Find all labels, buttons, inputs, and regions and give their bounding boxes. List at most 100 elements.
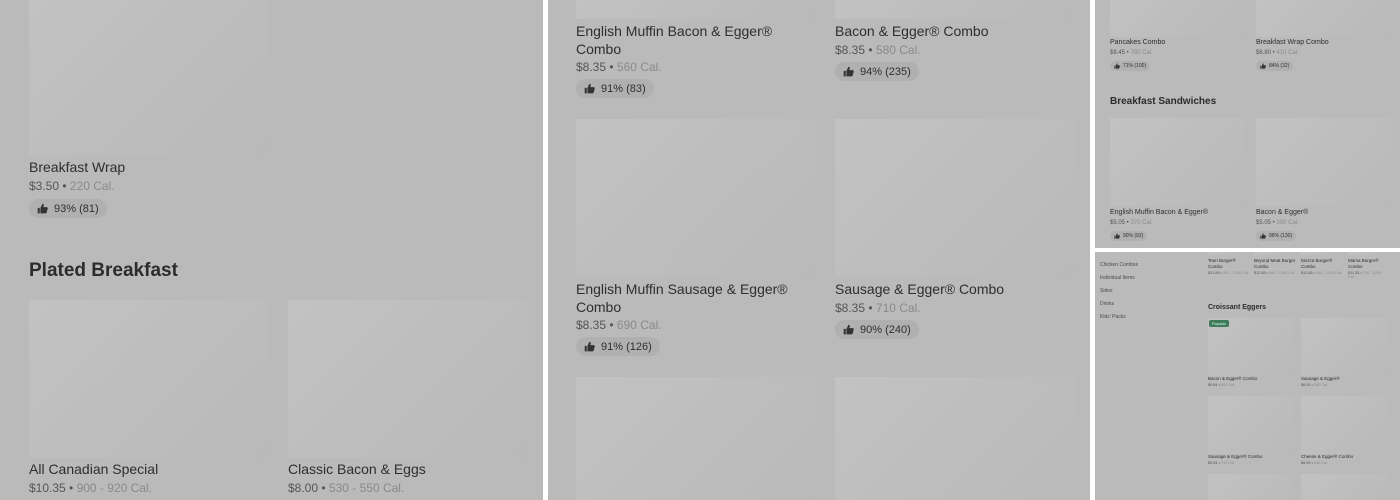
sausage-egger-price: $6.59 • 540 Cal.	[1301, 383, 1329, 387]
sausage-combo-price: $8.35 • 710 Cal.	[835, 301, 921, 315]
breakfast-wrap-name[interactable]: Breakfast Wrap	[29, 159, 125, 177]
mozza-burger-combo-name[interactable]: Mozza Burger® Combo	[1301, 258, 1341, 269]
rating-text: 91% (126)	[601, 340, 652, 353]
bacon-combo-price: $8.35 • 580 Cal.	[835, 43, 921, 57]
classic-bacon-eggs-image[interactable]	[288, 300, 527, 458]
menu-panel-4: Chicken Combos Individual Items Sides Dr…	[1095, 252, 1400, 500]
thumbs-up-icon	[1260, 233, 1266, 239]
price-value: $12.85	[1254, 271, 1266, 275]
breakfast-wrap-combo-image[interactable]	[1256, 0, 1391, 37]
burger-combo-image[interactable]	[1254, 252, 1292, 255]
sausage-egger-combo-image[interactable]	[1208, 396, 1294, 454]
em-bacon-image[interactable]	[1110, 118, 1245, 206]
rating-badge: 91% (83)	[576, 79, 654, 98]
all-canadian-name[interactable]: All Canadian Special	[29, 461, 158, 479]
thumbs-up-icon	[843, 66, 854, 77]
rating-text: 91% (83)	[601, 82, 646, 95]
em-bacon-combo-image[interactable]	[576, 0, 815, 19]
beyond-meat-combo-price: $12.85 • 860 - 1200 Cal.	[1254, 271, 1296, 275]
sidebar-item-drinks[interactable]: Drinks	[1100, 301, 1114, 307]
sausage-egger-image[interactable]	[1301, 318, 1387, 376]
breakfast-wrap-combo-name[interactable]: Breakfast Wrap Combo	[1256, 39, 1329, 48]
all-canadian-image[interactable]	[29, 300, 268, 458]
rating-text: 90% (240)	[860, 323, 911, 336]
rating-badge: 94% (235)	[835, 62, 919, 81]
teen-burger-combo-price: $12.85 • 900 - 1220 Cal.	[1208, 271, 1250, 275]
sausage-combo-image[interactable]	[835, 119, 1074, 277]
price-value: $6.80	[1256, 50, 1272, 56]
calories: 220 Cal.	[69, 179, 115, 193]
menu-item-image[interactable]	[576, 377, 815, 500]
rating-text: 90% (92)	[1123, 233, 1144, 239]
menu-item-image[interactable]	[1208, 474, 1294, 500]
calories: 710 Cal.	[875, 301, 921, 315]
bacon-egger-name[interactable]: Bacon & Egger®	[1256, 209, 1308, 218]
em-sausage-combo-price: $8.35 • 690 Cal.	[576, 318, 662, 332]
calories: 900 - 1220 Cal.	[1223, 271, 1250, 275]
sidebar-item-kids-packs[interactable]: Kids' Packs	[1100, 314, 1126, 320]
em-bacon-name[interactable]: English Muffin Bacon & Egger®	[1110, 209, 1208, 218]
sausage-combo-name[interactable]: Sausage & Egger® Combo	[835, 281, 1004, 299]
price-value: $8.35	[576, 318, 607, 332]
rating-badge: 93% (81)	[29, 199, 107, 218]
rating-badge: 84% (32)	[1256, 61, 1294, 71]
price-value: $3.50	[29, 179, 60, 193]
em-bacon-combo-name[interactable]: English Muffin Bacon & Egger® Combo	[576, 23, 796, 58]
sidebar-item-individual-items[interactable]: Individual Items	[1100, 275, 1135, 281]
rating-text: 96% (130)	[1269, 233, 1293, 239]
cheese-egger-combo-image[interactable]	[1301, 396, 1387, 454]
pancakes-combo-image[interactable]	[1110, 0, 1245, 37]
teen-burger-combo-name[interactable]: Teen Burger® Combo	[1208, 258, 1248, 269]
sidebar-item-sides[interactable]: Sides	[1100, 288, 1113, 294]
breakfast-wrap-combo-price: $6.80 • 410 Cal.	[1256, 50, 1299, 56]
price-value: $8.35	[835, 43, 866, 57]
price-value: $8.59	[1301, 461, 1311, 465]
bacon-combo-image[interactable]	[835, 0, 1074, 19]
em-sausage-combo-image[interactable]	[576, 119, 815, 277]
price-value: $6.59	[1301, 383, 1311, 387]
cheese-egger-combo-name[interactable]: Cheese & Egger® Combo	[1301, 454, 1353, 460]
mozza-burger-combo-price: $12.85 • 960 - 1210 Cal.	[1301, 271, 1343, 275]
calories: 710 Cal.	[1220, 461, 1236, 465]
calories: 800 Cal.	[1220, 383, 1236, 387]
burger-combo-image[interactable]	[1348, 252, 1386, 255]
menu-item-image[interactable]	[835, 377, 1074, 500]
all-canadian-price: $10.35 • 900 - 920 Cal.	[29, 481, 152, 495]
calories: 780 Cal.	[1130, 50, 1153, 56]
thumbs-up-icon	[584, 83, 595, 94]
pancakes-combo-name[interactable]: Pancakes Combo	[1110, 39, 1165, 48]
sausage-egger-combo-price: $9.84 • 710 Cal.	[1208, 461, 1236, 465]
sidebar-item-chicken-combos[interactable]: Chicken Combos	[1100, 262, 1138, 268]
rating-text: 94% (235)	[860, 65, 911, 78]
sausage-egger-name[interactable]: Sausage & Egger®	[1301, 376, 1340, 382]
thumbs-up-icon	[37, 203, 48, 214]
rating-badge: 91% (126)	[576, 337, 660, 356]
em-sausage-combo-name[interactable]: English Muffin Sausage & Egger® Combo	[576, 281, 811, 316]
price-value: $8.00	[288, 481, 319, 495]
mama-burger-combo-price: $11.35 • 790 - 1020 Cal.	[1348, 271, 1381, 279]
calories: 580 Cal.	[875, 43, 921, 57]
rating-badge: 71% (100)	[1110, 61, 1151, 71]
pancakes-combo-price: $8.45 • 780 Cal.	[1110, 50, 1153, 56]
thumbs-up-icon	[1114, 233, 1120, 239]
bacon-egger-combo-name[interactable]: Bacon & Egger® Combo	[1208, 376, 1257, 382]
rating-badge: 96% (130)	[1256, 231, 1297, 241]
rating-badge: 90% (240)	[835, 320, 919, 339]
breakfast-wrap-image[interactable]	[29, 0, 268, 155]
mama-burger-combo-name[interactable]: Mama Burger® Combo	[1348, 258, 1388, 269]
rating-text: 84% (32)	[1269, 63, 1290, 69]
price-value: $12.85	[1208, 271, 1220, 275]
burger-combo-image[interactable]	[1208, 252, 1246, 255]
classic-bacon-eggs-name[interactable]: Classic Bacon & Eggs	[288, 461, 426, 479]
rating-badge: 90% (92)	[1110, 231, 1148, 241]
bacon-combo-name[interactable]: Bacon & Egger® Combo	[835, 23, 989, 41]
menu-item-image[interactable]	[1301, 474, 1387, 500]
rating-text: 71% (100)	[1123, 63, 1147, 69]
calories: 410 Cal.	[1276, 50, 1299, 56]
menu-panel-2: English Muffin Bacon & Egger® Combo $8.3…	[548, 0, 1090, 500]
burger-combo-image[interactable]	[1301, 252, 1339, 255]
cheese-egger-combo-price: $8.59 • 540 Cal.	[1301, 461, 1329, 465]
sausage-egger-combo-name[interactable]: Sausage & Egger® Combo	[1208, 454, 1262, 460]
beyond-meat-combo-name[interactable]: Beyond Meat Burger Combo	[1254, 258, 1296, 269]
bacon-egger-image[interactable]	[1256, 118, 1391, 206]
